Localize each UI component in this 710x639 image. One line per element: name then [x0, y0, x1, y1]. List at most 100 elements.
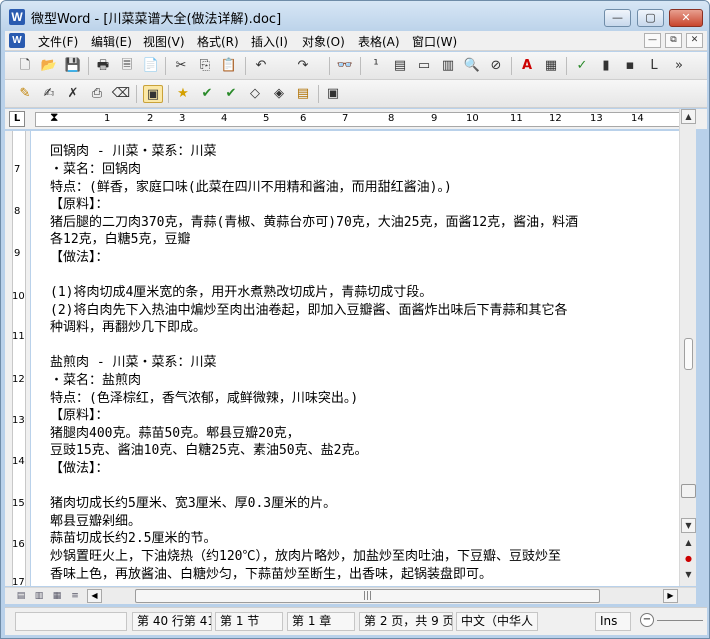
- scroll-left-button[interactable]: ◀: [87, 589, 102, 603]
- menu-object[interactable]: 对象(O): [302, 33, 345, 50]
- pdf-icon[interactable]: 📄: [141, 57, 161, 75]
- frame-icon[interactable]: ▥: [438, 57, 458, 75]
- status-insert-mode[interactable]: Ins: [595, 612, 631, 631]
- clipboard-icon[interactable]: ▣: [323, 85, 343, 103]
- document-area[interactable]: 回锅肉 - 川菜・菜系：川菜 ・菜名：回锅肉 特点：(鲜香，家庭口味(此菜在四川…: [31, 131, 679, 586]
- toolbar-separator: [168, 85, 169, 103]
- minimize-button[interactable]: —: [604, 9, 631, 27]
- menu-file[interactable]: 文件(F): [38, 33, 78, 50]
- edit-icon[interactable]: ✍: [39, 85, 59, 103]
- browse-object-button[interactable]: ●: [681, 552, 696, 567]
- scroll-down-button[interactable]: ▼: [681, 518, 696, 533]
- columns-icon[interactable]: ▤: [390, 57, 410, 75]
- doc-line: 【做法】：: [50, 461, 109, 476]
- menu-table[interactable]: 表格(A): [358, 33, 400, 50]
- title-bar: W 微型Word - [川菜菜谱大全(做法详解).doc] — ▢ ✕: [1, 1, 709, 31]
- toolbar-separator: [318, 85, 319, 103]
- redo-icon[interactable]: ↷: [293, 57, 313, 75]
- tag-icon[interactable]: ◇: [245, 85, 265, 103]
- doc-line: 炒锅置旺火上，下油烧热（约120℃），放肉片略炒，加盐炒至肉吐油，下豆瓣、豆豉炒…: [50, 549, 561, 564]
- paste-special-icon[interactable]: ▣: [143, 85, 163, 103]
- find-icon[interactable]: 👓: [335, 57, 355, 75]
- toolbar-separator: [136, 85, 137, 103]
- horizontal-scroll-thumb[interactable]: |||: [135, 589, 600, 603]
- no-icon[interactable]: ⊘: [486, 57, 506, 75]
- vertical-scroll-thumb[interactable]: [681, 484, 696, 498]
- menu-bar: W 文件(F) 编辑(E) 视图(V) 格式(R) 插入(I) 对象(O) 表格…: [5, 31, 707, 51]
- paste-icon[interactable]: 📋: [219, 57, 239, 75]
- menu-format[interactable]: 格式(R): [197, 33, 239, 50]
- horizontal-scrollbar[interactable]: ▤ ▥ ▦ ≡ ◀ ||| ▶: [5, 587, 696, 604]
- doc-minimize-button[interactable]: —: [644, 33, 661, 48]
- doc-close-button[interactable]: ✕: [686, 33, 703, 48]
- font-color-icon[interactable]: A: [517, 57, 537, 75]
- vruler-number: 12: [12, 374, 25, 385]
- zoom-slider[interactable]: [657, 620, 703, 621]
- undo-icon[interactable]: ↶: [251, 57, 271, 75]
- print-view-icon[interactable]: ▦: [49, 589, 65, 603]
- toolbar-separator: [165, 57, 166, 75]
- copy-icon[interactable]: ⎘: [195, 57, 215, 75]
- table-icon[interactable]: ▪: [620, 57, 640, 75]
- normal-view-icon[interactable]: ▤: [13, 589, 29, 603]
- open-folder-icon[interactable]: 📂: [39, 57, 59, 75]
- word-count-icon[interactable]: ¹: [366, 57, 386, 75]
- prev-page-button[interactable]: ▲: [681, 536, 696, 551]
- vruler-number: 15: [12, 498, 25, 509]
- spellcheck-icon[interactable]: ✓: [572, 57, 592, 75]
- doc-line: (2)将白肉先下入热油中煸炒至肉出油卷起，即加入豆瓣酱、面酱炸出味后下青蒜和其它…: [50, 303, 568, 318]
- doc-line: 猪腿肉400克。蒜苗50克。郫县豆瓣20克，: [50, 426, 300, 441]
- doc-line: 【原料】：: [50, 197, 109, 212]
- scroll-split-handle[interactable]: [684, 338, 693, 370]
- web-view-icon[interactable]: ▥: [31, 589, 47, 603]
- layout-icon[interactable]: L: [644, 57, 664, 75]
- document-menu-icon[interactable]: W: [9, 33, 25, 48]
- vertical-scrollbar[interactable]: ▲ ▼ ▲ ● ▼: [679, 109, 696, 586]
- menu-insert[interactable]: 插入(I): [251, 33, 288, 50]
- doc-restore-button[interactable]: ⧉: [665, 33, 682, 48]
- chart-icon[interactable]: ▮: [596, 57, 616, 75]
- tag2-icon[interactable]: ◈: [269, 85, 289, 103]
- clear-icon[interactable]: ⌫: [111, 85, 131, 103]
- print-icon[interactable]: 🖶: [93, 57, 113, 75]
- vertical-ruler-track: [12, 131, 26, 586]
- ruler-number: 4: [221, 113, 228, 124]
- note-icon[interactable]: ▤: [293, 85, 313, 103]
- form-icon[interactable]: ▦: [541, 57, 561, 75]
- toolbar-separator: [245, 57, 246, 75]
- check2-icon[interactable]: ✔: [221, 85, 241, 103]
- check-icon[interactable]: ✔: [197, 85, 217, 103]
- copy-format-icon[interactable]: ⎙: [87, 85, 107, 103]
- highlight-icon[interactable]: ✎: [15, 85, 35, 103]
- star-icon[interactable]: ★: [173, 85, 193, 103]
- indent-marker-icon[interactable]: ⧗: [50, 110, 60, 128]
- ruler-number: 2: [147, 113, 154, 124]
- scroll-right-button[interactable]: ▶: [663, 589, 678, 603]
- tab-selector[interactable]: L: [9, 111, 25, 127]
- ruler-number: 13: [590, 113, 603, 124]
- vertical-ruler[interactable]: 7 8 9 10 11 12 13 14 15 16 17: [5, 131, 30, 588]
- doc-line: 香味上色，再放酱油、白糖炒匀，下蒜苗炒至断生，出香味，起锅装盘即可。: [50, 567, 493, 582]
- maximize-button[interactable]: ▢: [637, 9, 664, 27]
- toolbar-separator: [511, 57, 512, 75]
- menu-window[interactable]: 窗口(W): [412, 33, 457, 50]
- zoom-icon[interactable]: 🔍: [462, 57, 482, 75]
- cut-icon[interactable]: ✂: [171, 57, 191, 75]
- scroll-up-button[interactable]: ▲: [681, 109, 696, 124]
- doc-line: 【做法】：: [50, 250, 109, 265]
- toolbar-separator: [329, 57, 330, 75]
- page-icon[interactable]: ▭: [414, 57, 434, 75]
- horizontal-ruler[interactable]: ⧗ 1 2 3 4 5 6 7 8 9 10 11 12 13 14: [35, 110, 683, 128]
- menu-edit[interactable]: 编辑(E): [91, 33, 132, 50]
- status-bar: 第 40 行第 41 第 1 节 第 1 章 第 2 页，共 9 页 中文（中华…: [5, 607, 707, 635]
- more-icon[interactable]: »: [669, 57, 689, 75]
- close-button[interactable]: ✕: [669, 9, 703, 27]
- outline-view-icon[interactable]: ≡: [67, 589, 83, 603]
- zoom-out-icon[interactable]: −: [640, 613, 654, 627]
- menu-view[interactable]: 视图(V): [143, 33, 185, 50]
- new-document-icon[interactable]: 🗋: [15, 57, 35, 75]
- delete-icon[interactable]: ✗: [63, 85, 83, 103]
- save-icon[interactable]: 💾: [63, 57, 83, 75]
- next-page-button[interactable]: ▼: [681, 568, 696, 583]
- print-preview-icon[interactable]: 🗏: [117, 57, 137, 75]
